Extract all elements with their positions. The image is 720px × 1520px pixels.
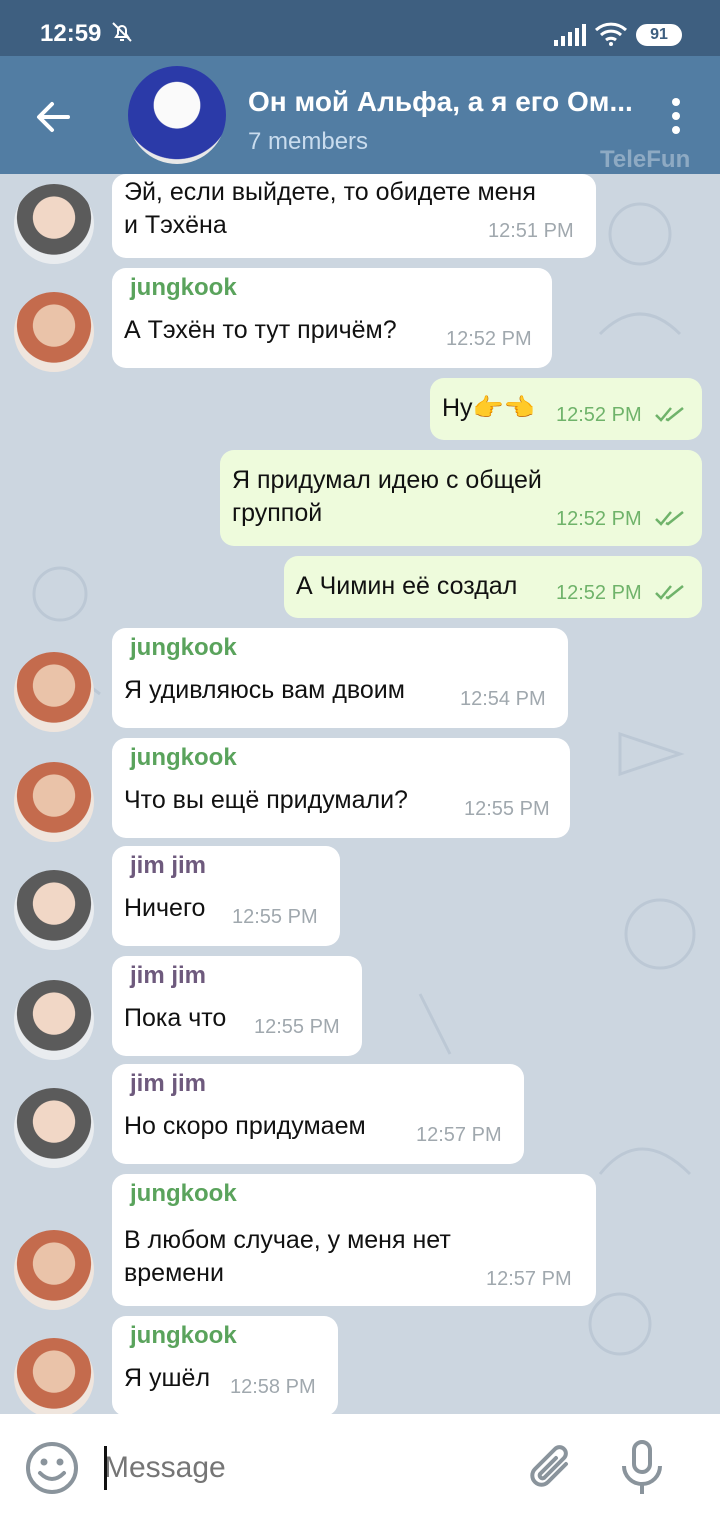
double-check-icon bbox=[655, 407, 684, 422]
chat-area[interactable]: Эй, если выйдете, то обидете меня и Тэхё… bbox=[0, 174, 720, 1414]
message-time: 12:55 PM bbox=[464, 798, 550, 820]
sender-name[interactable]: jungkook bbox=[130, 1322, 237, 1350]
avatar[interactable] bbox=[14, 762, 94, 842]
sender-name[interactable]: jungkook bbox=[130, 274, 237, 302]
message-bubble[interactable]: jungkook Я ушёл 12:58 PM bbox=[112, 1316, 338, 1414]
bell-off-icon bbox=[112, 22, 132, 42]
status-bar: 12:59 91 bbox=[0, 0, 720, 56]
arrow-left-icon[interactable] bbox=[30, 94, 76, 140]
message-text: А Тэхён то тут причём? bbox=[124, 316, 397, 344]
message-text: и Тэхёна bbox=[124, 211, 227, 239]
chat-header: Он мой Альфа, а я его Ом... 7 members Te… bbox=[0, 56, 720, 174]
avatar[interactable] bbox=[14, 292, 94, 372]
message-bubble[interactable]: Ну👉👈 12:52 PM bbox=[430, 378, 702, 440]
message-text: группой bbox=[232, 499, 323, 527]
avatar[interactable] bbox=[14, 1338, 94, 1414]
watermark: TeleFun bbox=[600, 146, 691, 173]
message-bubble[interactable]: jungkook А Тэхён то тут причём? 12:52 PM bbox=[112, 268, 552, 368]
smiley-icon[interactable] bbox=[24, 1440, 80, 1496]
sender-name[interactable]: jim jim bbox=[130, 962, 206, 990]
message-time: 12:57 PM bbox=[486, 1268, 572, 1290]
message-text: Эй, если выйдете, то обидете меня bbox=[124, 178, 536, 206]
double-check-icon bbox=[655, 585, 684, 600]
message-text: В любом случае, у меня нет bbox=[124, 1226, 451, 1254]
message-bubble[interactable]: jungkook В любом случае, у меня нет врем… bbox=[112, 1174, 596, 1306]
message-time: 12:54 PM bbox=[460, 688, 546, 710]
avatar[interactable] bbox=[14, 184, 94, 264]
microphone-icon[interactable] bbox=[614, 1438, 670, 1498]
message-bubble[interactable]: jim jim Но скоро придумаем 12:57 PM bbox=[112, 1064, 524, 1164]
message-bubble[interactable]: jim jim Ничего 12:55 PM bbox=[112, 846, 340, 946]
chat-title[interactable]: Он мой Альфа, а я его Ом... bbox=[248, 86, 638, 118]
message-text: Что вы ещё придумали? bbox=[124, 786, 408, 814]
message-time: 12:58 PM bbox=[230, 1376, 316, 1398]
message-text: А Чимин её создал bbox=[296, 572, 518, 600]
message-time: 12:55 PM bbox=[254, 1016, 340, 1038]
text-cursor bbox=[104, 1446, 107, 1490]
message-input-bar bbox=[0, 1414, 720, 1520]
sender-name[interactable]: jungkook bbox=[130, 744, 237, 772]
message-time: 12:52 PM bbox=[556, 582, 642, 604]
message-time: 12:52 PM bbox=[446, 328, 532, 350]
message-text: времени bbox=[124, 1259, 224, 1287]
members-count: 7 members bbox=[248, 128, 369, 155]
message-text: Я ушёл bbox=[124, 1364, 211, 1392]
avatar[interactable] bbox=[14, 870, 94, 950]
battery-indicator: 91 bbox=[636, 24, 682, 46]
paperclip-icon[interactable] bbox=[524, 1440, 580, 1496]
message-time: 12:52 PM bbox=[556, 404, 642, 426]
avatar[interactable] bbox=[14, 652, 94, 732]
signal-icon bbox=[554, 24, 586, 46]
message-bubble[interactable]: jungkook Я удивляюсь вам двоим 12:54 PM bbox=[112, 628, 568, 728]
message-time: 12:57 PM bbox=[416, 1124, 502, 1146]
message-time: 12:55 PM bbox=[232, 906, 318, 928]
message-bubble[interactable]: Эй, если выйдете, то обидете меня и Тэхё… bbox=[112, 174, 596, 258]
double-check-icon bbox=[655, 511, 684, 526]
message-bubble[interactable]: jim jim Пока что 12:55 PM bbox=[112, 956, 362, 1056]
message-text: Я придумал идею с общей bbox=[232, 466, 542, 494]
status-time: 12:59 bbox=[40, 20, 102, 47]
message-bubble[interactable]: А Чимин её создал 12:52 PM bbox=[284, 556, 702, 618]
avatar[interactable] bbox=[14, 1230, 94, 1310]
message-text: Но скоро придумаем bbox=[124, 1112, 366, 1140]
group-avatar[interactable] bbox=[128, 66, 226, 164]
sender-name[interactable]: jim jim bbox=[130, 1070, 206, 1098]
message-text: Пока что bbox=[124, 1004, 227, 1032]
message-bubble[interactable]: jungkook Что вы ещё придумали? 12:55 PM bbox=[112, 738, 570, 838]
wifi-icon bbox=[594, 22, 628, 46]
message-bubble[interactable]: Я придумал идею с общей группой 12:52 PM bbox=[220, 450, 702, 546]
message-time: 12:51 PM bbox=[488, 220, 574, 242]
message-text: Ну👉👈 bbox=[442, 394, 535, 422]
message-text: Я удивляюсь вам двоим bbox=[124, 676, 405, 704]
sender-name[interactable]: jungkook bbox=[130, 1180, 237, 1208]
avatar[interactable] bbox=[14, 1088, 94, 1168]
sender-name[interactable]: jungkook bbox=[130, 634, 237, 662]
message-time: 12:52 PM bbox=[556, 508, 642, 530]
sender-name[interactable]: jim jim bbox=[130, 852, 206, 880]
avatar[interactable] bbox=[14, 980, 94, 1060]
message-text: Ничего bbox=[124, 894, 206, 922]
message-input[interactable] bbox=[104, 1446, 504, 1490]
more-vertical-icon[interactable] bbox=[664, 96, 688, 136]
